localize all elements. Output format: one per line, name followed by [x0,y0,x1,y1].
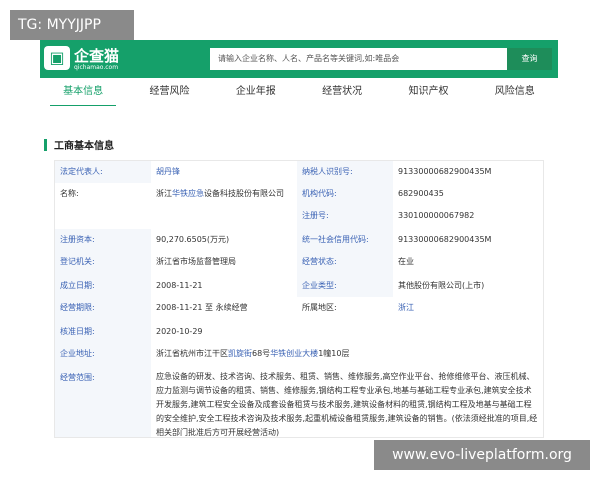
legal-rep-label: 法定代表人: [55,161,151,183]
reg-no-value: 330100000067982 [398,211,475,220]
tab-intellectual-property[interactable]: 知识产权 [385,78,471,106]
tab-operation-status[interactable]: 经营状况 [299,78,385,106]
address-value: 浙江省杭州市江干区凯旋街68号华铁创业大楼1幢10层 [151,343,543,367]
tab-basic-info[interactable]: 基本信息 [40,78,126,107]
approved-value: 2020-10-29 [156,327,203,336]
scope-value: 应急设备的研发、技术咨询、技术服务、租赁、销售、维修服务,高空作业平台、抢修维修… [156,372,538,437]
founded-value: 2008-11-21 [156,281,203,290]
reg-no-label: 注册号: [297,205,393,229]
approved-label: 核准日期: [55,321,151,343]
status-label: 经营状态: [297,251,393,275]
taxpayer-id-label: 纳税人识别号: [297,161,393,183]
capital-label: 注册资本: [55,229,151,251]
tab-risk-info[interactable]: 风险信息 [472,78,558,106]
watermark-bottom-url: www.evo-liveplatform.org [374,440,590,470]
region-value[interactable]: 浙江 [393,297,543,321]
legal-rep-value[interactable]: 胡丹锋 [151,161,297,183]
founded-label: 成立日期: [55,275,151,297]
address-part3: 68号 [252,349,271,358]
company-name-highlight[interactable]: 华铁应急 [172,189,204,198]
logo-title: 企查猫 [74,47,120,65]
site-logo[interactable]: ▣ 企查猫 qichamao.com [44,43,136,75]
tab-annual-report[interactable]: 企业年报 [213,78,299,106]
region-label: 所属地区: [302,303,337,312]
org-code-value: 682900435 [398,189,444,198]
credit-code-value: 91330000682900435M [398,235,492,244]
address-label: 企业地址: [55,343,151,367]
company-name-suffix: 设备科技股份有限公司 [204,189,284,198]
search-button[interactable]: 查询 [507,48,552,70]
company-type-value: 其他股份有限公司(上市) [398,281,485,290]
business-info-table: 法定代表人: 胡丹锋 纳税人识别号: 91330000682900435M 名称… [54,160,544,438]
company-name-value: 浙江华铁应急设备科技股份有限公司 [151,183,297,229]
section-title: 工商基本信息 [54,141,114,152]
tab-business-risk[interactable]: 经营风险 [126,78,212,106]
search-input[interactable]: 请输入企业名称、人名、产品名等关键词,如:唯品会 [210,48,507,70]
section-accent [44,139,47,151]
company-name-prefix: 浙江 [156,189,172,198]
company-name-label: 名称: [60,189,79,198]
credit-code-label: 统一社会信用代码: [297,229,393,251]
authority-value: 浙江省市场监督管理局 [156,257,236,266]
logo-subtitle: qichamao.com [74,64,119,71]
nav-tabs: 基本信息 经营风险 企业年报 经营状况 知识产权 风险信息 [40,78,558,107]
authority-label: 登记机关: [55,251,151,275]
status-value: 在业 [398,257,414,266]
capital-value: 90,270.6505(万元) [156,235,230,244]
address-part1: 浙江省杭州市江干区 [156,349,228,358]
top-header: ▣ 企查猫 qichamao.com 请输入企业名称、人名、产品名等关键词,如:… [40,40,558,78]
taxpayer-id-value: 91330000682900435M [398,167,492,176]
term-label: 经营期限: [55,297,151,321]
org-code-label: 机构代码: [297,183,393,205]
term-value: 2008-11-21 至 永续经营 [156,303,248,312]
cat-icon: ▣ [44,46,70,70]
scope-label: 经营范围: [55,367,151,437]
address-part5: 1幢10层 [318,349,350,358]
address-building-link[interactable]: 华铁创业大楼 [270,349,318,358]
company-type-label: 企业类型: [297,275,393,297]
watermark-top-tag: TG: MYYJJPP [10,10,134,40]
address-street-link[interactable]: 凯旋街 [228,349,252,358]
